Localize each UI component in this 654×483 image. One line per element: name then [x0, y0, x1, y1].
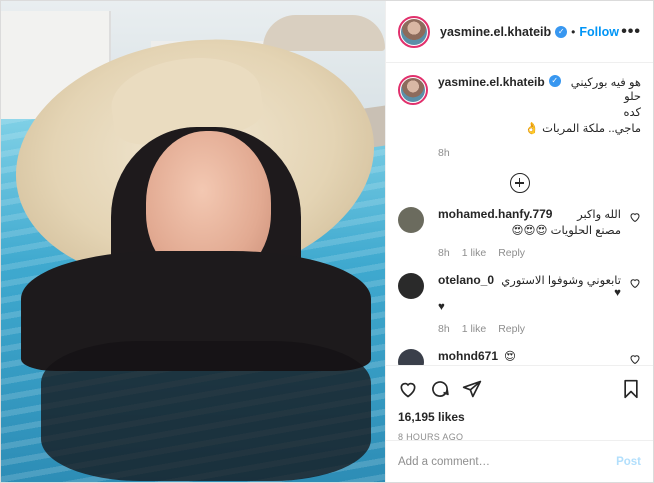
- comment-username[interactable]: mohamed.hanfy.779: [438, 207, 552, 221]
- likes-count[interactable]: 16,195 likes: [398, 410, 641, 424]
- comment-bubble-icon[interactable]: [430, 379, 450, 399]
- comment-time: 8h: [438, 247, 450, 259]
- reply-button[interactable]: Reply: [498, 323, 525, 335]
- comment-text: مصنع الحلويات 😍😍😍: [511, 225, 621, 237]
- load-more-comments: [398, 173, 641, 193]
- avatar[interactable]: [398, 273, 424, 299]
- share-paper-plane-icon[interactable]: [462, 379, 482, 399]
- bookmark-save-icon[interactable]: [621, 379, 641, 399]
- comment-item: otelano_0 تابعوني وشوفوا الاستوري ♥ ♥ 8h…: [398, 273, 641, 335]
- comment-username[interactable]: otelano_0: [438, 273, 494, 287]
- avatar[interactable]: [398, 207, 424, 233]
- comments-section[interactable]: yasmine.el.khateib ✓ هو فيه بوركيني حلو …: [386, 63, 653, 365]
- photo-umbrella: [263, 15, 385, 51]
- comment-item: mohnd671 😍: [398, 349, 641, 365]
- verified-badge-icon: ✓: [555, 25, 568, 38]
- like-heart-icon[interactable]: [398, 379, 418, 399]
- header-username[interactable]: yasmine.el.khateib: [440, 25, 551, 39]
- heart-icon[interactable]: [629, 277, 641, 289]
- comment-text: تابعوني وشوفوا الاستوري ♥: [501, 275, 621, 299]
- post-header: yasmine.el.khateib ✓ • Follow •••: [386, 1, 653, 63]
- heart-icon[interactable]: [629, 211, 641, 223]
- comment-text: ♥: [438, 301, 445, 313]
- caption-text: هو فيه بوركيني حلو: [570, 77, 641, 103]
- comment-username[interactable]: mohnd671: [438, 349, 498, 363]
- post-side-panel: yasmine.el.khateib ✓ • Follow ••• yasmin…: [385, 1, 653, 482]
- comment-likes[interactable]: 1 like: [462, 323, 487, 335]
- follow-button[interactable]: Follow: [579, 25, 619, 39]
- avatar[interactable]: [398, 75, 428, 105]
- post-actions: 16,195 likes 8 HOURS AGO: [386, 365, 653, 442]
- comment-text: 😍: [504, 351, 517, 363]
- instagram-post: yasmine.el.khateib ✓ • Follow ••• yasmin…: [0, 0, 654, 483]
- avatar[interactable]: [398, 349, 424, 365]
- comment-item: mohamed.hanfy.779 الله واكبر مصنع الحلوي…: [398, 207, 641, 259]
- post-comment-button[interactable]: Post: [616, 456, 641, 468]
- separator-dot: •: [571, 24, 576, 39]
- post-photo[interactable]: [1, 1, 385, 482]
- caption-text: ماجي.. ملكة المربات 👌: [524, 123, 641, 135]
- add-comment-input[interactable]: [398, 455, 617, 468]
- comment-time: 8h: [438, 323, 450, 335]
- caption-time: 8h: [438, 147, 450, 159]
- comment-text: الله واكبر: [577, 209, 621, 221]
- add-comment-bar: Post: [386, 440, 653, 482]
- verified-badge-icon: ✓: [548, 75, 561, 87]
- photo-reflection: [41, 341, 371, 481]
- caption-username[interactable]: yasmine.el.khateib: [438, 75, 545, 89]
- avatar[interactable]: [398, 15, 430, 48]
- comment-likes[interactable]: 1 like: [462, 247, 487, 259]
- reply-button[interactable]: Reply: [498, 247, 525, 259]
- plus-circle-icon[interactable]: [509, 173, 530, 193]
- more-options-icon[interactable]: •••: [621, 23, 641, 41]
- caption: yasmine.el.khateib ✓ هو فيه بوركيني حلو …: [398, 75, 641, 159]
- caption-text: كده: [623, 107, 641, 119]
- heart-icon[interactable]: [629, 353, 641, 365]
